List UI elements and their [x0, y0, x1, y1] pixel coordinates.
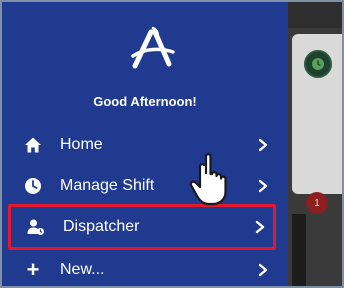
menu-item-new[interactable]: + New... — [8, 252, 276, 286]
backdrop-strip — [292, 214, 306, 286]
app-backdrop[interactable]: 1 — [284, 2, 342, 286]
menu-item-dispatcher[interactable]: Dispatcher — [8, 204, 276, 250]
chevron-right-icon — [253, 220, 267, 234]
chevron-right-icon — [256, 179, 270, 193]
home-icon — [22, 134, 44, 156]
backdrop-clock-icon — [304, 50, 332, 78]
app-screen: 1 Good Afternoon! Home Manage Shift Disp… — [0, 0, 344, 288]
pointing-hand-cursor-icon — [188, 152, 232, 206]
chevron-right-icon — [256, 263, 270, 277]
dispatcher-user-icon — [25, 216, 47, 238]
backdrop-header — [284, 2, 342, 28]
menu-item-home[interactable]: Home — [8, 127, 276, 163]
notification-badge: 1 — [306, 192, 328, 214]
greeting-text: Good Afternoon! — [93, 94, 197, 109]
clock-icon — [22, 175, 44, 197]
plus-icon: + — [26, 257, 40, 282]
menu-item-label: New... — [60, 261, 105, 278]
navigation-drawer: Good Afternoon! Home Manage Shift Dispat… — [2, 2, 288, 286]
menu-item-manage-shift[interactable]: Manage Shift — [8, 168, 276, 204]
brand-a-logo-icon — [131, 26, 175, 72]
chevron-right-icon — [256, 138, 270, 152]
menu-item-label: Dispatcher — [63, 218, 140, 235]
